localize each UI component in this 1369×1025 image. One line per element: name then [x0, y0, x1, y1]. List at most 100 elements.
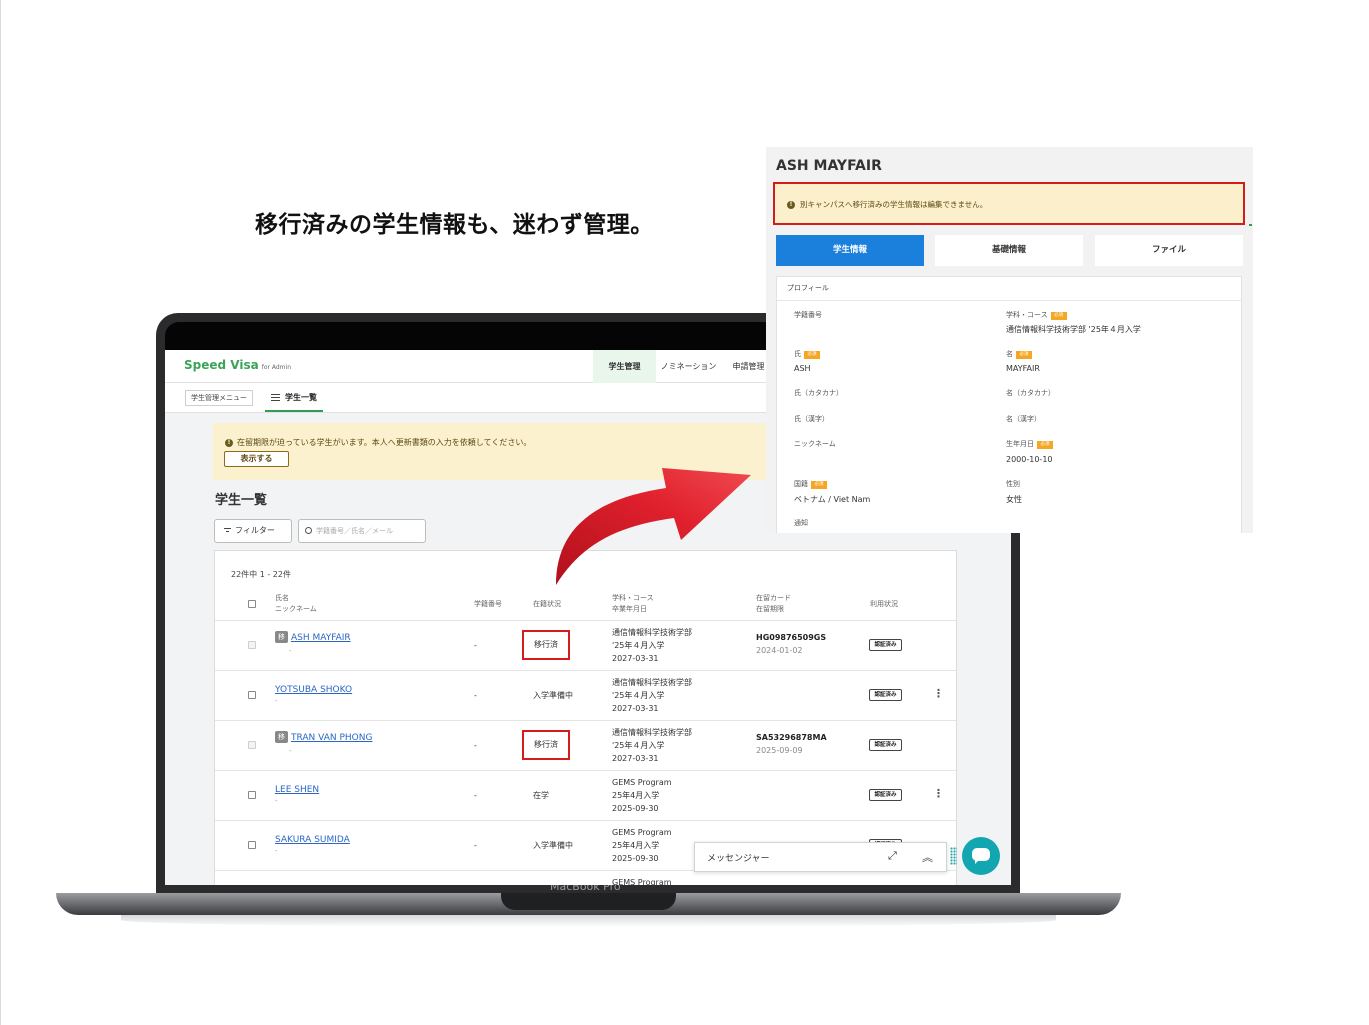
course-cell: 通信情報科学技術学部 '25年４月入学 2027-03-31: [612, 626, 692, 665]
label-birthday: 生年月日 必須: [1006, 439, 1053, 449]
value-gender: 女性: [1006, 495, 1022, 504]
nickname: -: [289, 747, 292, 755]
more-menu-icon[interactable]: ⋮: [933, 787, 944, 800]
logo-text: Speed Visa: [184, 358, 259, 372]
tab-student-list-label: 学生一覧: [285, 393, 317, 402]
student-name-link[interactable]: TRAN VAN PHONG: [291, 733, 372, 743]
app-logo[interactable]: Speed Visa for Admin: [184, 358, 291, 372]
chat-icon[interactable]: [962, 837, 1000, 875]
course: 通信情報科学技術学部: [612, 728, 692, 737]
select-all-checkbox[interactable]: [248, 600, 256, 608]
more-menu-icon[interactable]: ⋮: [933, 687, 944, 700]
tab-student-info[interactable]: 学生情報: [776, 235, 924, 266]
enrollment-status: 移行済: [522, 730, 570, 760]
entry: '25年４月入学: [612, 691, 665, 700]
label-nationality: 国籍 必須: [794, 479, 827, 489]
row-checkbox[interactable]: [248, 691, 256, 699]
show-button[interactable]: 表示する: [224, 451, 289, 467]
header-enrollment: 在籍状況: [533, 600, 561, 608]
drag-handle-icon[interactable]: [950, 847, 957, 865]
nav-tab-applications[interactable]: 申請管理: [731, 350, 766, 383]
messenger-bar[interactable]: メッセンジャー ⤢ ︽: [694, 842, 947, 872]
panel-edge-mark: [1249, 224, 1252, 226]
migrated-tag: 移: [275, 731, 288, 743]
course-cell: 通信情報科学技術学部 '25年４月入学 2027-03-31: [612, 676, 692, 715]
label-course-text: 学科・コース: [1006, 311, 1048, 319]
row-checkbox[interactable]: [248, 791, 256, 799]
entry: '25年４月入学: [612, 741, 665, 750]
table-row[interactable]: 移 TRAN VAN PHONG - - 移行済 通信情報科学技術学部 '25年４月…: [215, 720, 956, 770]
graduation-date: 2027-03-31: [612, 754, 659, 763]
table-row[interactable]: LEE SHEN - - 在学 GEMS Program 25年4月入学 2025-…: [215, 770, 956, 820]
nickname: -: [275, 697, 278, 705]
usage-badge: 認証済み: [869, 689, 902, 701]
value-first-name: MAYFAIR: [1006, 364, 1040, 373]
row-checkbox[interactable]: [248, 741, 256, 749]
search-input[interactable]: 学籍番号／氏名／メール: [298, 519, 426, 543]
filter-label: フィルター: [235, 526, 275, 535]
student-no: -: [474, 641, 477, 650]
alert-text: 在留期限が迫っている学生がいます。本人へ更新書類の入力を依頼してください。: [237, 438, 532, 447]
student-name-link[interactable]: SAKURA SUMIDA: [275, 835, 350, 845]
student-name-link[interactable]: YOTSUBA SHOKO: [275, 685, 352, 695]
tab-basic-info[interactable]: 基礎情報: [935, 235, 1083, 266]
info-icon: !: [225, 439, 233, 447]
course: GEMS Program: [612, 828, 672, 837]
card-cell: HG09876509GS 2024-01-02: [756, 631, 826, 657]
enrollment-status: 在学: [533, 791, 549, 800]
graduation-date: 2027-03-31: [612, 704, 659, 713]
expand-icon[interactable]: ⤢: [888, 849, 897, 863]
student-menu-button[interactable]: 学生管理メニュー: [185, 390, 253, 406]
filter-button[interactable]: フィルター: [214, 519, 292, 543]
value-nationality: ベトナム / Viet Nam: [794, 495, 871, 504]
required-badge: 必須: [811, 481, 827, 489]
usage-badge: 認証済み: [869, 639, 902, 651]
name-cell: 移 TRAN VAN PHONG: [275, 731, 372, 745]
entry: '25年４月入学: [612, 641, 665, 650]
student-table: 22件中 1 - 22件 氏名 ニックネーム 学籍番号 在籍状況 学科・コース 卒業…: [214, 550, 957, 885]
table-row[interactable]: 移 ASH MAYFAIR - - 移行済 通信情報科学技術学部 '25年４月入学 2…: [215, 620, 956, 670]
name-cell: LEE SHEN: [275, 783, 319, 797]
header-name-label: 氏名: [275, 594, 289, 602]
name-cell: SAKURA SUMIDA: [275, 833, 350, 847]
course: 通信情報科学技術学部: [612, 628, 692, 637]
header-student-no: 学籍番号: [474, 600, 502, 608]
readonly-alert: ! 別キャンパスへ移行済みの学生情報は編集できません。: [773, 182, 1245, 225]
course-cell: GEMS Program 25年4月入学 2025-09-30: [612, 826, 672, 865]
student-no: -: [474, 841, 477, 850]
label-first-kana: 名（カタカナ）: [1006, 389, 1055, 397]
promo-page: 移行済みの学生情報も、迷わず管理。 MacBook Pro Speed Visa…: [0, 0, 1369, 1025]
card-cell: SA53296878MA 2025-09-09: [756, 731, 827, 757]
chevron-double-up-icon[interactable]: ︽: [922, 849, 933, 865]
migrated-tag: 移: [275, 631, 288, 643]
student-no: -: [474, 741, 477, 750]
readonly-alert-text: 別キャンパスへ移行済みの学生情報は編集できません。: [800, 200, 988, 209]
label-student-no: 学籍番号: [794, 311, 822, 319]
required-badge: 必須: [1037, 441, 1053, 449]
section-title: プロフィール: [777, 277, 1241, 301]
label-nickname: ニックネーム: [794, 440, 836, 448]
student-name-link[interactable]: ASH MAYFAIR: [291, 633, 351, 643]
table-row[interactable]: YOTSUBA SHOKO - - 入学準備中 通信情報科学技術学部 '25年４月…: [215, 670, 956, 720]
enrollment-status: 移行済: [522, 630, 570, 660]
header-expiry-label: 在留期限: [756, 605, 784, 613]
row-checkbox[interactable]: [248, 841, 256, 849]
page-title: 学生一覧: [215, 493, 268, 508]
header-usage: 利用状況: [870, 600, 898, 608]
nav-tab-nomination[interactable]: ノミネーション: [656, 350, 721, 383]
entry: 25年4月入学: [612, 791, 660, 800]
course: 通信情報科学技術学部: [612, 678, 692, 687]
course-cell: GEMS Program 25年4月入学 2025-09-30: [612, 776, 672, 815]
tab-files[interactable]: ファイル: [1095, 235, 1243, 266]
nav-tab-students[interactable]: 学生管理: [593, 350, 656, 383]
card-expiry: 2024-01-02: [756, 646, 803, 655]
usage-badge: 認証済み: [869, 789, 902, 801]
filter-icon: [224, 528, 231, 533]
table-row[interactable]: GEMS Program: [215, 870, 956, 885]
graduation-date: 2025-09-30: [612, 854, 659, 863]
tab-student-list[interactable]: 学生一覧: [265, 383, 323, 412]
student-name-link[interactable]: LEE SHEN: [275, 785, 319, 795]
name-cell: YOTSUBA SHOKO: [275, 683, 352, 697]
enrollment-status: 入学準備中: [533, 691, 573, 700]
row-checkbox[interactable]: [248, 641, 256, 649]
